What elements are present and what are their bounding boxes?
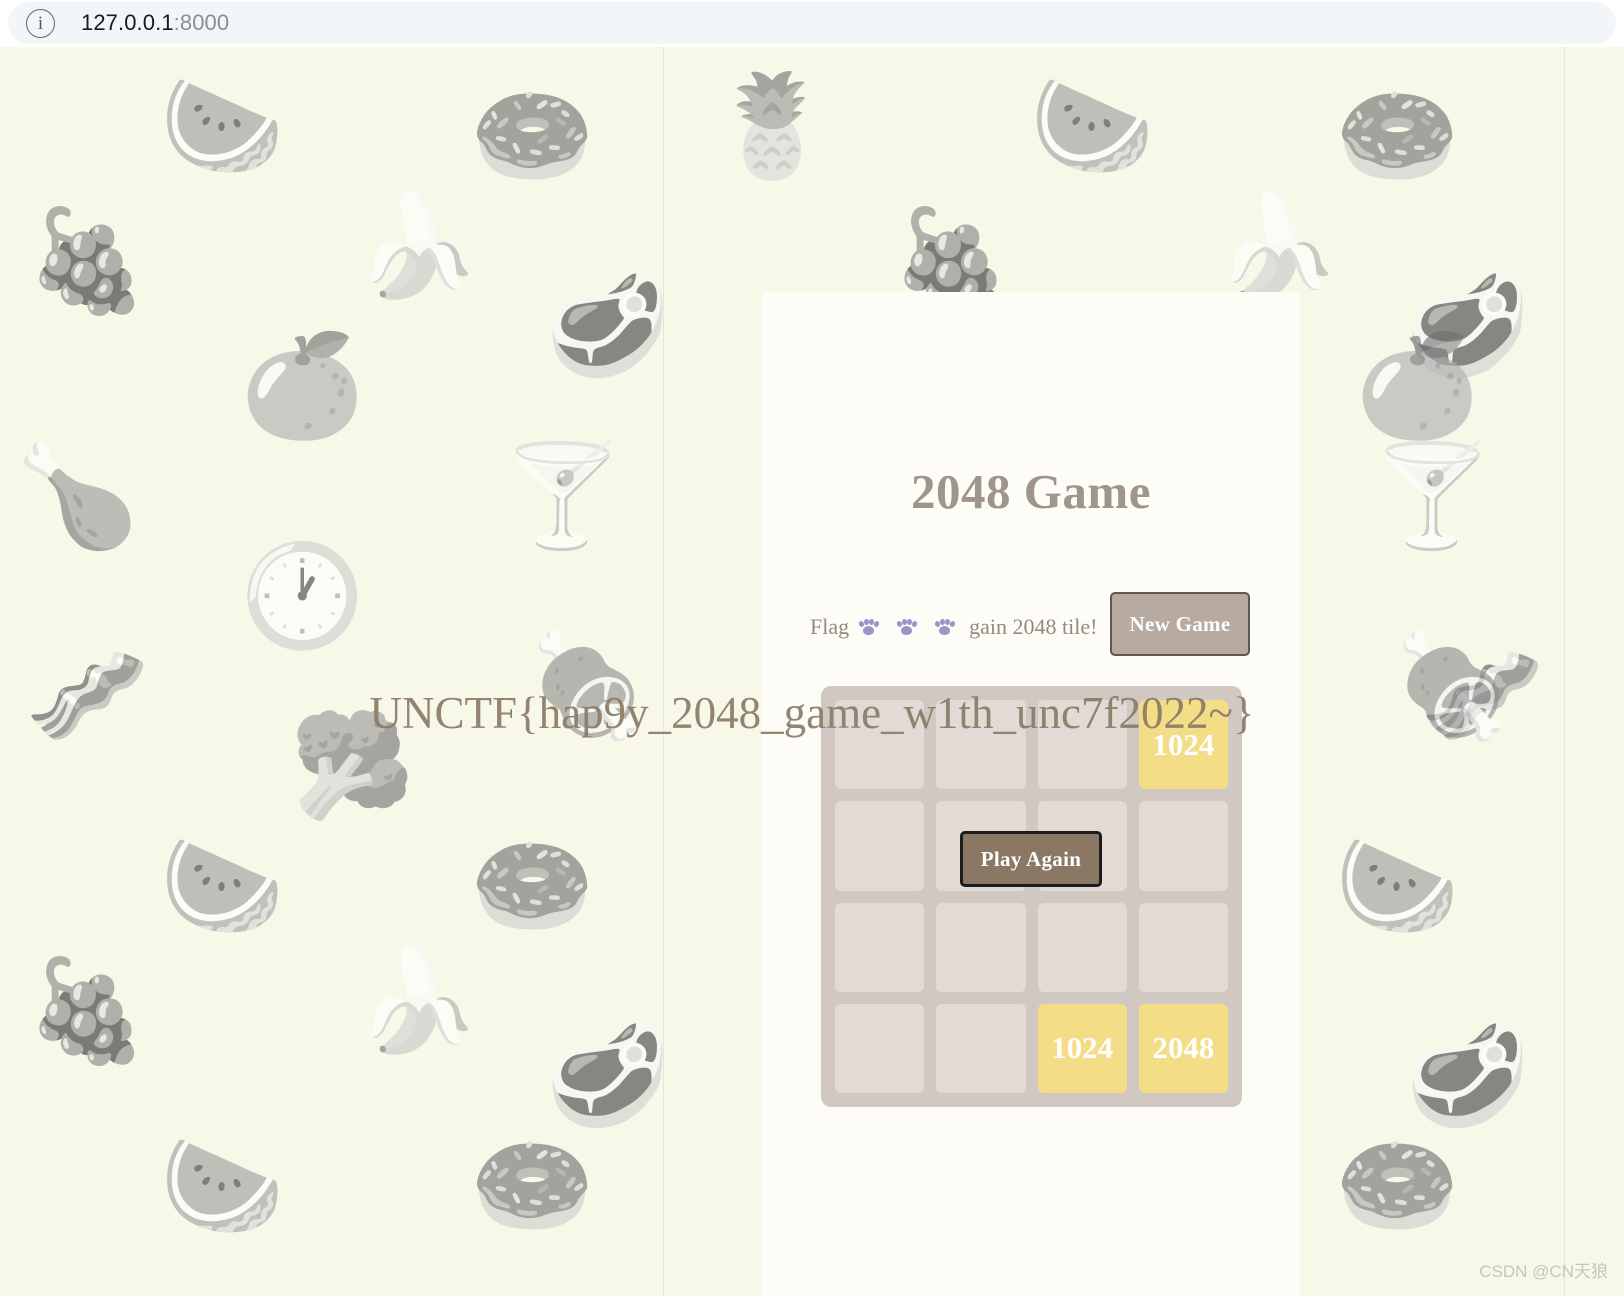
page-title: 2048 Game — [911, 464, 1151, 519]
board-tile — [936, 1003, 1026, 1093]
board-tile: 1024 — [1138, 700, 1228, 790]
board-tile — [835, 801, 925, 891]
background-food-icon: 🍩 — [1335, 81, 1460, 192]
background-seam — [1564, 47, 1565, 1296]
board-tile — [1138, 902, 1228, 992]
background-food-icon: 🥩 — [545, 271, 670, 382]
url-port: :8000 — [173, 10, 230, 35]
page-body: 🍉 🍩 🍍 🍉 🍩 🍇 🍌 🥩 🍇 🍌 🥩 🍊 🍸 🍗 🍊 🍸 🕐 🥓 🍖 🥓 🍖 🥦 🍉 🍩 🍉 🍌 🍇 🥩 🥩 🍉 🍩 🍩 2048 Ga… — [0, 47, 1624, 1296]
board-tile — [1037, 902, 1127, 992]
board-tile — [936, 902, 1026, 992]
address-bar[interactable]: i 127.0.0.1:8000 — [8, 2, 1616, 44]
board-tile: 1024 — [1037, 1003, 1127, 1093]
background-food-icon: 🍉 — [160, 1131, 285, 1242]
background-seam — [663, 47, 664, 1296]
board-tile — [835, 1003, 925, 1093]
background-food-icon: 🍖 — [1390, 631, 1515, 742]
background-food-icon: 🍍 — [710, 71, 835, 182]
background-food-icon: 🍊 — [1355, 331, 1480, 442]
browser-chrome: i 127.0.0.1:8000 — [0, 0, 1624, 47]
background-food-icon: 🍌 — [355, 191, 480, 302]
game-board[interactable]: 1024 1024 2048 — [821, 686, 1242, 1107]
background-food-icon: 🍌 — [355, 946, 480, 1057]
watermark: CSDN @CN天狼 — [1479, 1262, 1608, 1281]
background-food-icon: 🍊 — [240, 331, 365, 442]
background-food-icon: 🕐 — [240, 541, 365, 652]
background-food-icon: 🍌 — [1215, 191, 1340, 302]
background-food-icon: 🥩 — [545, 1021, 670, 1132]
status-message: Flag gain 2048 tile! — [810, 614, 1097, 640]
status-suffix: gain 2048 tile! — [969, 614, 1098, 639]
new-game-button[interactable]: New Game — [1110, 592, 1250, 656]
background-food-icon: 🍸 — [1370, 441, 1495, 552]
background-food-icon: 🍩 — [470, 81, 595, 192]
board-tile — [1138, 801, 1228, 891]
game-card: 2048 Game Flag gain 2048 tile! New Game — [762, 292, 1300, 1296]
background-food-icon: 🍩 — [470, 1131, 595, 1242]
background-food-icon: 🥓 — [25, 641, 150, 752]
background-food-icon: 🍇 — [25, 956, 150, 1067]
paw-print-icon — [858, 618, 880, 636]
status-prefix: Flag — [810, 614, 850, 639]
background-food-icon: 🍩 — [470, 831, 595, 942]
background-food-icon: 🍸 — [500, 441, 625, 552]
background-food-icon: 🥩 — [1405, 1021, 1530, 1132]
info-icon[interactable]: i — [26, 8, 55, 38]
paw-print-icon — [896, 618, 918, 636]
background-food-icon: 🍇 — [25, 206, 150, 317]
background-food-icon: 🍗 — [15, 441, 140, 552]
background-food-icon: 🍉 — [160, 71, 285, 182]
background-food-icon: 🍉 — [1030, 71, 1155, 182]
background-food-icon: 🍉 — [160, 831, 285, 942]
background-food-icon: 🥦 — [290, 711, 415, 822]
board-tile — [1037, 700, 1127, 790]
background-food-icon: 🍩 — [1335, 1131, 1460, 1242]
url-host: 127.0.0.1 — [81, 10, 174, 35]
board-tile — [835, 700, 925, 790]
url-text: 127.0.0.1:8000 — [81, 10, 229, 36]
status-row: Flag gain 2048 tile! New Game — [762, 592, 1300, 662]
background-food-icon: 🍖 — [525, 631, 650, 742]
board-tile — [936, 700, 1026, 790]
board-tile — [835, 902, 925, 992]
background-food-icon: 🍉 — [1335, 831, 1460, 942]
board-tile: 2048 — [1138, 1003, 1228, 1093]
paw-print-icon — [934, 618, 956, 636]
play-again-button[interactable]: Play Again — [960, 831, 1102, 887]
